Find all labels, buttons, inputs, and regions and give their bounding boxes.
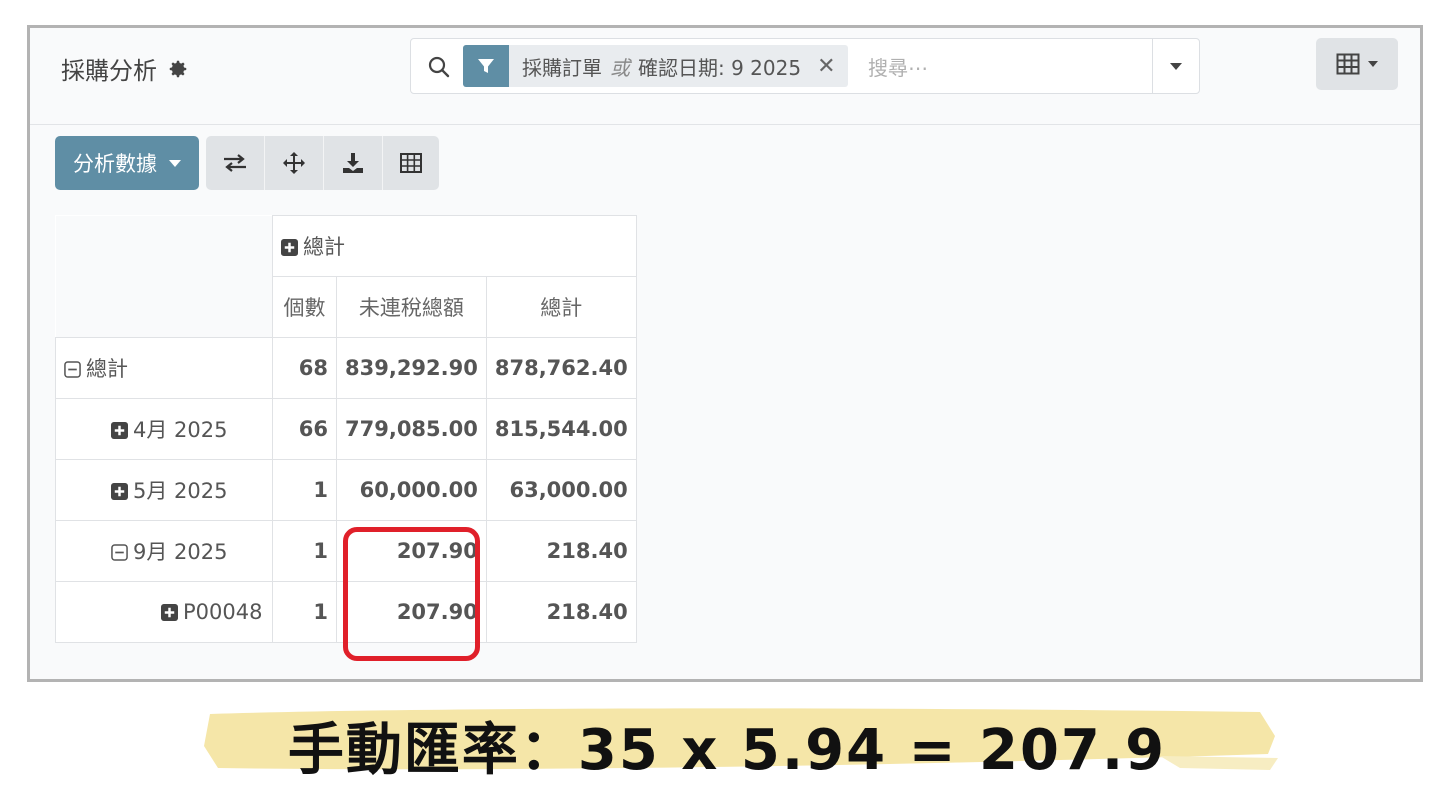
page-title-text: 採購分析 — [61, 57, 157, 85]
pivot-corner — [55, 215, 273, 277]
facet-value: 確認日期: 9 2025 — [638, 55, 802, 80]
cell-untaxed[interactable]: 839,292.90 — [336, 337, 487, 399]
cell-total[interactable]: 878,762.40 — [485, 337, 637, 399]
pivot-view-icon — [1336, 53, 1360, 75]
row-header-apr-2025[interactable]: 4月 2025 — [55, 398, 273, 460]
row-label: 5月 2025 — [133, 479, 228, 503]
expand-all-icon — [283, 152, 305, 174]
cell-count[interactable]: 1 — [272, 459, 337, 521]
minus-square-icon — [111, 544, 128, 561]
table-icon — [400, 153, 422, 173]
search-bar: 採購訂單 或 確認日期: 9 2025 ✕ — [410, 38, 1200, 94]
measure-header-count[interactable]: 個數 — [272, 276, 337, 338]
search-input[interactable] — [866, 53, 1140, 83]
flip-axis-icon — [224, 154, 246, 172]
table-row: 5月 2025 1 60,000.00 63,000.00 — [55, 459, 637, 521]
cell-total[interactable]: 815,544.00 — [485, 398, 637, 460]
measures-button[interactable]: 分析數據 — [55, 136, 199, 190]
pivot-action-group — [206, 136, 439, 190]
cell-count[interactable]: 1 — [272, 581, 337, 643]
cell-count[interactable]: 66 — [272, 398, 337, 460]
pivot-toolbar: 分析數據 — [55, 136, 439, 190]
table-button[interactable] — [383, 136, 439, 190]
row-label: 總計 — [86, 357, 128, 381]
highlight-box — [343, 527, 480, 661]
download-icon — [343, 153, 363, 173]
filter-icon — [463, 45, 509, 87]
plus-square-icon — [111, 422, 128, 439]
app-window: 採購分析 採購訂單 或 確認日期: 9 2025 ✕ 搜尋⋯ 分析數據 總計 個… — [27, 25, 1423, 682]
measure-header-untaxed[interactable]: 未連稅總額 — [336, 276, 487, 338]
cell-total[interactable]: 218.40 — [485, 520, 637, 582]
row-header-total[interactable]: 總計 — [55, 337, 273, 399]
cell-count[interactable]: 68 — [272, 337, 337, 399]
search-facet: 採購訂單 或 確認日期: 9 2025 ✕ — [463, 45, 848, 87]
gear-icon[interactable] — [167, 58, 189, 80]
expand-all-button[interactable] — [265, 136, 324, 190]
page-title: 採購分析 — [61, 51, 189, 86]
row-header-may-2025[interactable]: 5月 2025 — [55, 459, 273, 521]
plus-square-icon — [161, 604, 178, 621]
measures-label: 分析數據 — [73, 152, 157, 176]
plus-square-icon — [111, 483, 128, 500]
col-group-label: 總計 — [303, 235, 345, 259]
facet-field: 採購訂單 — [522, 55, 602, 80]
chevron-down-icon — [1170, 62, 1182, 70]
plus-square-icon — [281, 239, 298, 256]
row-label: 9月 2025 — [133, 540, 228, 564]
flip-axis-button[interactable] — [206, 136, 265, 190]
view-switcher-button[interactable] — [1316, 38, 1398, 90]
facet-or: 或 — [610, 55, 630, 80]
cell-count[interactable]: 1 — [272, 520, 337, 582]
pivot-col-header-total[interactable]: 總計 — [272, 215, 637, 277]
close-icon[interactable]: ✕ — [817, 54, 835, 79]
control-panel: 採購分析 採購訂單 或 確認日期: 9 2025 ✕ — [30, 28, 1420, 125]
row-label: P00048 — [183, 600, 263, 624]
search-icon[interactable] — [427, 55, 451, 79]
chevron-down-icon — [1368, 61, 1378, 67]
pivot-corner — [55, 276, 273, 338]
facet-label: 採購訂單 或 確認日期: 9 2025 ✕ — [509, 45, 848, 87]
cell-untaxed[interactable]: 779,085.00 — [336, 398, 487, 460]
row-header-sep-2025[interactable]: 9月 2025 — [55, 520, 273, 582]
search-options-toggle[interactable] — [1152, 39, 1199, 93]
chevron-down-icon — [169, 159, 181, 167]
measure-header-total[interactable]: 總計 — [485, 276, 637, 338]
cell-total[interactable]: 63,000.00 — [485, 459, 637, 521]
table-row: 總計 68 839,292.90 878,762.40 — [55, 337, 637, 399]
caption-text: 手動匯率：35 x 5.94 = 207.9 — [287, 718, 1167, 783]
minus-square-icon — [64, 361, 81, 378]
cell-total[interactable]: 218.40 — [485, 581, 637, 643]
cell-untaxed[interactable]: 60,000.00 — [336, 459, 487, 521]
download-button[interactable] — [324, 136, 383, 190]
table-row: 4月 2025 66 779,085.00 815,544.00 — [55, 398, 637, 460]
row-label: 4月 2025 — [133, 418, 228, 442]
row-header-p00048[interactable]: P00048 — [55, 581, 273, 643]
